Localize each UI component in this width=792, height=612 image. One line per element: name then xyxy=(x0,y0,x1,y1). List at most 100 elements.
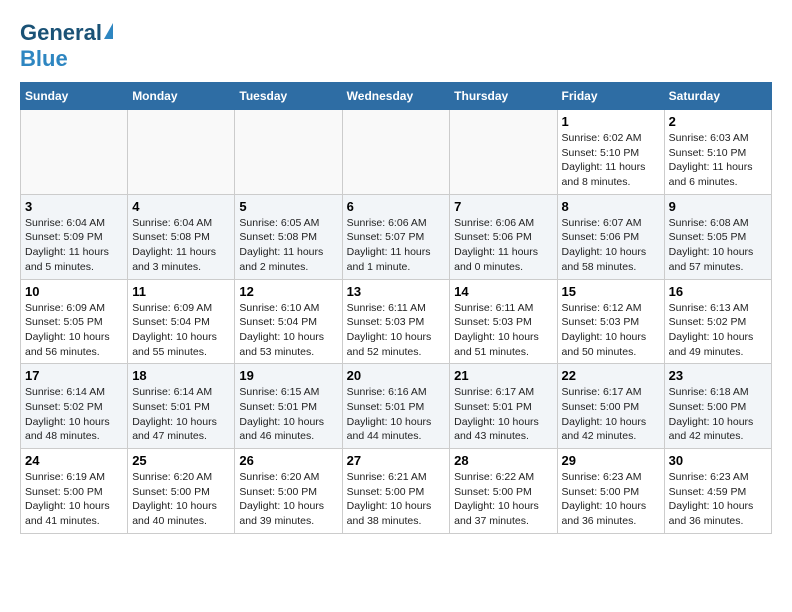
day-number: 13 xyxy=(347,284,446,299)
calendar-week-2: 3Sunrise: 6:04 AM Sunset: 5:09 PM Daylig… xyxy=(21,194,772,279)
logo-general: General xyxy=(20,20,102,46)
day-number: 18 xyxy=(132,368,230,383)
day-number: 4 xyxy=(132,199,230,214)
calendar-cell: 1 Sunrise: 6:02 AM Sunset: 5:10 PM Daylig… xyxy=(557,110,664,195)
day-number: 10 xyxy=(25,284,123,299)
day-number: 19 xyxy=(239,368,337,383)
page-header: General Blue xyxy=(20,20,772,72)
day-number: 5 xyxy=(239,199,337,214)
day-info: Sunrise: 6:23 AM Sunset: 5:00 PM Dayligh… xyxy=(562,470,660,529)
day-info: Sunrise: 6:04 AM Sunset: 5:08 PM Dayligh… xyxy=(132,216,230,275)
weekday-header-wednesday: Wednesday xyxy=(342,83,450,110)
day-number: 23 xyxy=(669,368,767,383)
day-number: 22 xyxy=(562,368,660,383)
calendar-cell: 27Sunrise: 6:21 AM Sunset: 5:00 PM Dayli… xyxy=(342,449,450,534)
calendar-body: 1 Sunrise: 6:02 AM Sunset: 5:10 PM Daylig… xyxy=(21,110,772,534)
day-number: 9 xyxy=(669,199,767,214)
day-number: 16 xyxy=(669,284,767,299)
weekday-header-saturday: Saturday xyxy=(664,83,771,110)
day-info: Sunrise: 6:22 AM Sunset: 5:00 PM Dayligh… xyxy=(454,470,552,529)
calendar-cell: 5 Sunrise: 6:05 AM Sunset: 5:08 PM Daylig… xyxy=(235,194,342,279)
calendar-cell: 23 Sunrise: 6:18 AM Sunset: 5:00 PM Dayli… xyxy=(664,364,771,449)
calendar-cell: 25 Sunrise: 6:20 AM Sunset: 5:00 PM Dayli… xyxy=(128,449,235,534)
day-info: Sunrise: 6:19 AM Sunset: 5:00 PM Dayligh… xyxy=(25,470,123,529)
day-number: 21 xyxy=(454,368,552,383)
day-info: Sunrise: 6:02 AM Sunset: 5:10 PM Dayligh… xyxy=(562,131,660,190)
calendar-cell: 2 Sunrise: 6:03 AM Sunset: 5:10 PM Daylig… xyxy=(664,110,771,195)
day-number: 15 xyxy=(562,284,660,299)
day-info: Sunrise: 6:08 AM Sunset: 5:05 PM Dayligh… xyxy=(669,216,767,275)
weekday-header-thursday: Thursday xyxy=(450,83,557,110)
day-number: 14 xyxy=(454,284,552,299)
calendar-cell: 22 Sunrise: 6:17 AM Sunset: 5:00 PM Dayli… xyxy=(557,364,664,449)
day-info: Sunrise: 6:17 AM Sunset: 5:00 PM Dayligh… xyxy=(562,385,660,444)
calendar-cell: 16 Sunrise: 6:13 AM Sunset: 5:02 PM Dayli… xyxy=(664,279,771,364)
day-info: Sunrise: 6:06 AM Sunset: 5:07 PM Dayligh… xyxy=(347,216,446,275)
day-info: Sunrise: 6:11 AM Sunset: 5:03 PM Dayligh… xyxy=(347,301,446,360)
day-number: 26 xyxy=(239,453,337,468)
day-info: Sunrise: 6:06 AM Sunset: 5:06 PM Dayligh… xyxy=(454,216,552,275)
day-number: 25 xyxy=(132,453,230,468)
day-number: 30 xyxy=(669,453,767,468)
logo-blue: Blue xyxy=(20,46,68,72)
day-number: 24 xyxy=(25,453,123,468)
calendar-cell xyxy=(450,110,557,195)
calendar-cell: 10 Sunrise: 6:09 AM Sunset: 5:05 PM Dayli… xyxy=(21,279,128,364)
day-info: Sunrise: 6:03 AM Sunset: 5:10 PM Dayligh… xyxy=(669,131,767,190)
calendar-cell: 30 Sunrise: 6:23 AM Sunset: 4:59 PM Dayli… xyxy=(664,449,771,534)
day-number: 17 xyxy=(25,368,123,383)
weekday-header-tuesday: Tuesday xyxy=(235,83,342,110)
day-info: Sunrise: 6:09 AM Sunset: 5:05 PM Dayligh… xyxy=(25,301,123,360)
day-info: Sunrise: 6:18 AM Sunset: 5:00 PM Dayligh… xyxy=(669,385,767,444)
calendar-week-1: 1 Sunrise: 6:02 AM Sunset: 5:10 PM Daylig… xyxy=(21,110,772,195)
weekday-header-friday: Friday xyxy=(557,83,664,110)
day-info: Sunrise: 6:14 AM Sunset: 5:01 PM Dayligh… xyxy=(132,385,230,444)
calendar-cell: 11Sunrise: 6:09 AM Sunset: 5:04 PM Dayli… xyxy=(128,279,235,364)
calendar-cell: 9 Sunrise: 6:08 AM Sunset: 5:05 PM Daylig… xyxy=(664,194,771,279)
day-info: Sunrise: 6:05 AM Sunset: 5:08 PM Dayligh… xyxy=(239,216,337,275)
calendar-cell xyxy=(21,110,128,195)
logo-triangle-icon xyxy=(104,23,113,39)
calendar-cell: 19Sunrise: 6:15 AM Sunset: 5:01 PM Dayli… xyxy=(235,364,342,449)
day-info: Sunrise: 6:23 AM Sunset: 4:59 PM Dayligh… xyxy=(669,470,767,529)
calendar-week-5: 24 Sunrise: 6:19 AM Sunset: 5:00 PM Dayli… xyxy=(21,449,772,534)
weekday-header-row: SundayMondayTuesdayWednesdayThursdayFrid… xyxy=(21,83,772,110)
day-info: Sunrise: 6:12 AM Sunset: 5:03 PM Dayligh… xyxy=(562,301,660,360)
calendar-cell: 4 Sunrise: 6:04 AM Sunset: 5:08 PM Daylig… xyxy=(128,194,235,279)
day-info: Sunrise: 6:14 AM Sunset: 5:02 PM Dayligh… xyxy=(25,385,123,444)
day-number: 3 xyxy=(25,199,123,214)
calendar-cell: 6 Sunrise: 6:06 AM Sunset: 5:07 PM Daylig… xyxy=(342,194,450,279)
day-info: Sunrise: 6:13 AM Sunset: 5:02 PM Dayligh… xyxy=(669,301,767,360)
calendar-cell: 17 Sunrise: 6:14 AM Sunset: 5:02 PM Dayli… xyxy=(21,364,128,449)
calendar-cell xyxy=(128,110,235,195)
day-number: 28 xyxy=(454,453,552,468)
day-info: Sunrise: 6:09 AM Sunset: 5:04 PM Dayligh… xyxy=(132,301,230,360)
day-number: 6 xyxy=(347,199,446,214)
day-number: 20 xyxy=(347,368,446,383)
day-info: Sunrise: 6:21 AM Sunset: 5:00 PM Dayligh… xyxy=(347,470,446,529)
day-number: 8 xyxy=(562,199,660,214)
day-info: Sunrise: 6:16 AM Sunset: 5:01 PM Dayligh… xyxy=(347,385,446,444)
calendar-cell: 14Sunrise: 6:11 AM Sunset: 5:03 PM Dayli… xyxy=(450,279,557,364)
day-info: Sunrise: 6:20 AM Sunset: 5:00 PM Dayligh… xyxy=(132,470,230,529)
weekday-header-monday: Monday xyxy=(128,83,235,110)
calendar-cell: 7 Sunrise: 6:06 AM Sunset: 5:06 PM Daylig… xyxy=(450,194,557,279)
day-number: 12 xyxy=(239,284,337,299)
calendar-cell: 26 Sunrise: 6:20 AM Sunset: 5:00 PM Dayli… xyxy=(235,449,342,534)
day-number: 2 xyxy=(669,114,767,129)
calendar-week-4: 17 Sunrise: 6:14 AM Sunset: 5:02 PM Dayli… xyxy=(21,364,772,449)
day-number: 1 xyxy=(562,114,660,129)
weekday-header-sunday: Sunday xyxy=(21,83,128,110)
calendar-cell: 29 Sunrise: 6:23 AM Sunset: 5:00 PM Dayli… xyxy=(557,449,664,534)
calendar-cell: 3Sunrise: 6:04 AM Sunset: 5:09 PM Daylig… xyxy=(21,194,128,279)
calendar-cell: 28 Sunrise: 6:22 AM Sunset: 5:00 PM Dayli… xyxy=(450,449,557,534)
calendar-table: SundayMondayTuesdayWednesdayThursdayFrid… xyxy=(20,82,772,534)
day-info: Sunrise: 6:20 AM Sunset: 5:00 PM Dayligh… xyxy=(239,470,337,529)
calendar-cell xyxy=(235,110,342,195)
day-number: 7 xyxy=(454,199,552,214)
calendar-cell: 8Sunrise: 6:07 AM Sunset: 5:06 PM Daylig… xyxy=(557,194,664,279)
calendar-cell: 12 Sunrise: 6:10 AM Sunset: 5:04 PM Dayli… xyxy=(235,279,342,364)
day-info: Sunrise: 6:10 AM Sunset: 5:04 PM Dayligh… xyxy=(239,301,337,360)
day-number: 29 xyxy=(562,453,660,468)
calendar-cell: 13 Sunrise: 6:11 AM Sunset: 5:03 PM Dayli… xyxy=(342,279,450,364)
